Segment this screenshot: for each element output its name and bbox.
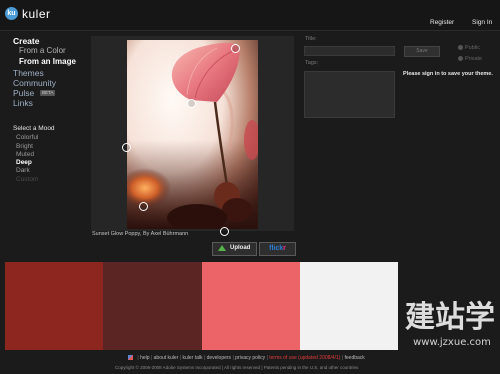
register-link[interactable]: Register: [430, 19, 454, 26]
upload-button[interactable]: Upload: [212, 242, 257, 256]
theme-swatches: [5, 262, 398, 350]
adobe-icon: [128, 355, 133, 361]
flickr-button[interactable]: flickr: [259, 242, 296, 256]
nav-community[interactable]: Community: [13, 78, 56, 88]
color-picker-2[interactable]: [187, 99, 196, 108]
mood-bright[interactable]: Bright: [16, 143, 33, 150]
footer-terms-link[interactable]: terms of use (updated 2008/4/1): [269, 355, 340, 361]
mood-dark[interactable]: Dark: [16, 167, 30, 174]
public-label: Public: [465, 45, 480, 51]
sign-in-link[interactable]: Sign In: [472, 19, 492, 26]
nav-links[interactable]: Links: [13, 98, 33, 108]
title-label: Title:: [305, 36, 317, 42]
footer-links: | help | about kuler | kuler talk | deve…: [128, 355, 365, 361]
kuler-logo-icon[interactable]: ku: [5, 7, 18, 20]
app-name[interactable]: kuler: [22, 7, 51, 21]
sign-in-note: Please sign in to save your theme.: [403, 71, 493, 77]
radio-icon: [458, 45, 463, 51]
swatch-1[interactable]: [5, 262, 104, 350]
nav-from-a-color[interactable]: From a Color: [19, 46, 66, 56]
mood-heading: Select a Mood: [13, 125, 55, 132]
color-picker-4[interactable]: [139, 202, 148, 211]
nav-from-an-image[interactable]: From an Image: [19, 57, 76, 67]
color-picker-3[interactable]: [122, 143, 131, 152]
upload-arrow-icon: [218, 245, 226, 251]
swatch-4[interactable]: [299, 262, 398, 350]
footer-feedback-link[interactable]: feedback: [345, 355, 365, 361]
watermark-url: www.jzxue.com: [413, 337, 491, 348]
watermark-chars: 建站学: [405, 300, 495, 335]
footer-privacy-link[interactable]: privacy policy: [235, 355, 265, 361]
mood-muted[interactable]: Muted: [16, 151, 34, 158]
flickr-logo-part1: flick: [269, 245, 284, 252]
nav-pulse[interactable]: Pulse: [13, 88, 34, 98]
photo-caption: Sunset Glow Poppy, By Axel Bührmann: [92, 231, 189, 237]
footer-help-link[interactable]: help: [140, 355, 149, 361]
tags-input[interactable]: [304, 71, 395, 118]
mood-colorful[interactable]: Colorful: [16, 134, 38, 141]
public-radio[interactable]: Public: [458, 45, 480, 51]
private-label: Private: [465, 56, 483, 62]
footer-talk-link[interactable]: kuler talk: [182, 355, 202, 361]
poppy-photo: [127, 40, 258, 229]
tags-label: Tags:: [305, 60, 319, 66]
nav-create[interactable]: Create: [13, 36, 39, 46]
swatch-2[interactable]: [103, 262, 202, 350]
private-radio[interactable]: Private: [458, 56, 482, 62]
nav-themes[interactable]: Themes: [13, 68, 44, 78]
upload-label: Upload: [230, 245, 251, 251]
color-picker-5[interactable]: [220, 227, 229, 236]
copyright-text: Copyright © 2006-2008 Adobe Systems Inco…: [115, 365, 359, 370]
color-picker-1[interactable]: [231, 44, 240, 53]
beta-badge: BETA: [40, 90, 56, 96]
flickr-logo-part2: r: [283, 245, 286, 252]
save-button[interactable]: Save: [404, 46, 440, 57]
swatch-3[interactable]: [201, 262, 300, 350]
footer-about-link[interactable]: about kuler: [154, 355, 179, 361]
radio-icon: [458, 56, 463, 62]
title-input[interactable]: [304, 46, 395, 56]
site-watermark: 建站学 www.jzxue.com: [400, 285, 500, 369]
header-bar: [0, 0, 500, 31]
mood-custom[interactable]: Custom: [16, 176, 38, 183]
footer-developers-link[interactable]: developers: [207, 355, 231, 361]
mood-deep[interactable]: Deep: [16, 159, 32, 166]
